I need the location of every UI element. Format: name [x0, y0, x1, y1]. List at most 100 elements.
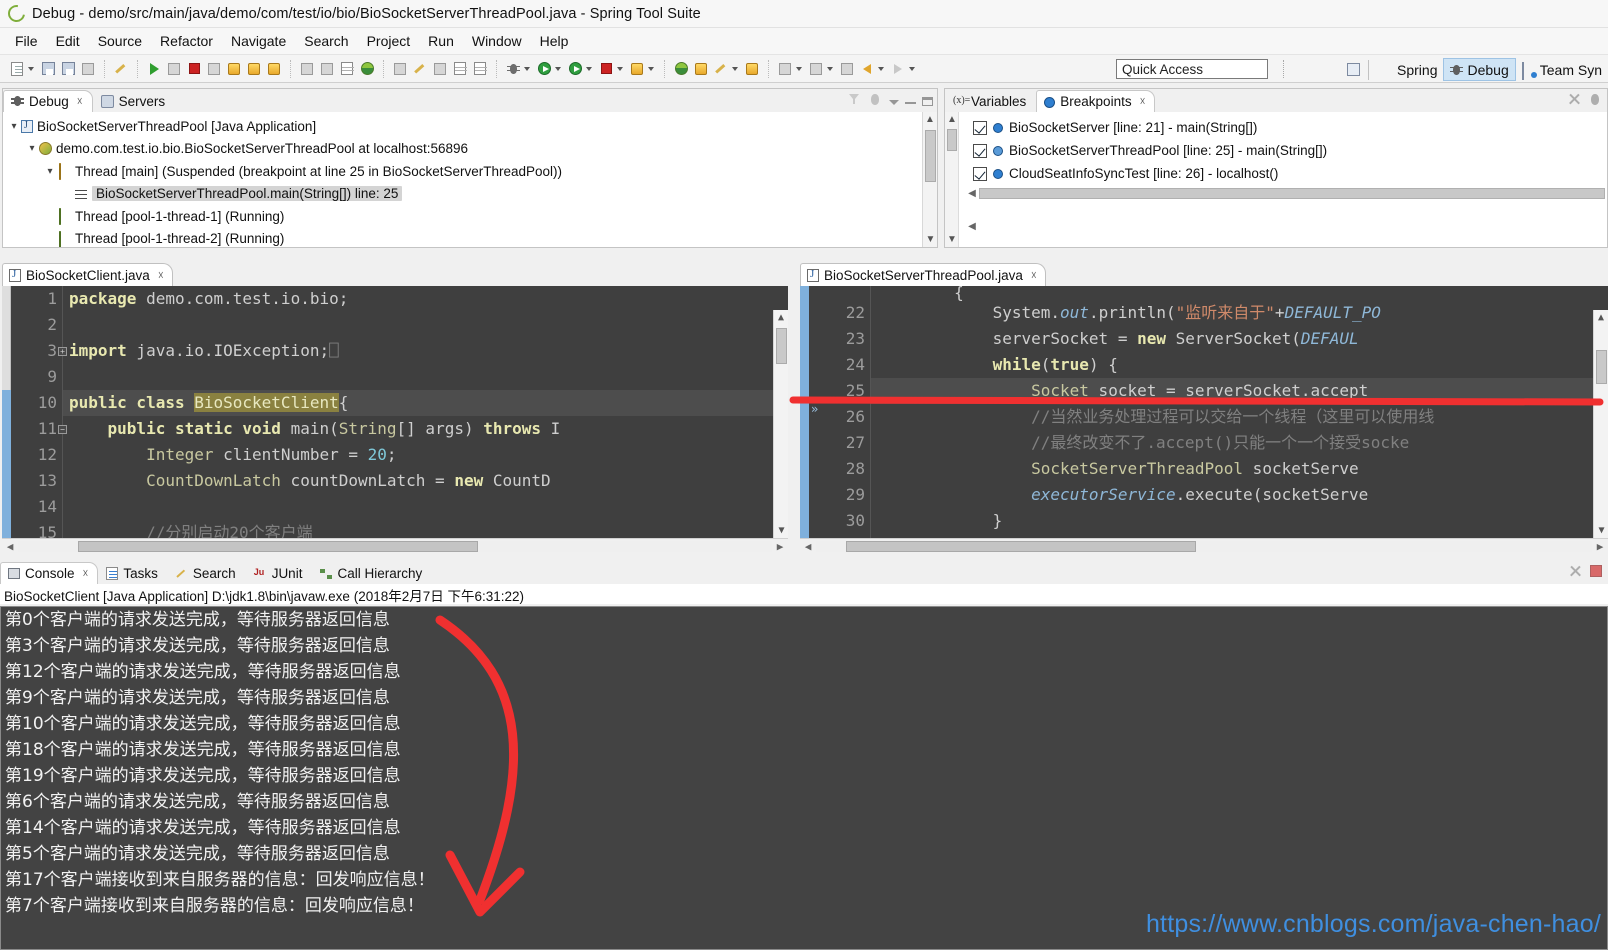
- perspective-spring[interactable]: Spring: [1373, 58, 1443, 81]
- tab-junit[interactable]: Ju JUnit: [246, 562, 313, 584]
- debug-view-maximize-icon[interactable]: [922, 96, 933, 106]
- debug-view-vscrollbar[interactable]: ▲ ▼: [922, 112, 937, 247]
- scroll-thumb[interactable]: [846, 541, 1196, 552]
- menu-window[interactable]: Window: [463, 31, 531, 51]
- quick-access-input[interactable]: Quick Access: [1116, 59, 1268, 79]
- scroll-thumb[interactable]: [925, 130, 936, 182]
- stop-server-button[interactable]: [596, 59, 616, 79]
- run-as-button[interactable]: [534, 59, 554, 79]
- scroll-down-icon[interactable]: ▼: [923, 232, 937, 247]
- tab-breakpoints-close-icon[interactable]: ☓: [1140, 95, 1146, 108]
- breakpoints-hscrollbar[interactable]: ◀: [965, 188, 1605, 199]
- twisty-icon[interactable]: ▾: [25, 143, 39, 154]
- new-java-project-button[interactable]: [671, 59, 691, 79]
- new-bean-button[interactable]: [410, 59, 430, 79]
- menu-run[interactable]: Run: [419, 31, 463, 51]
- breakpoints-hscrollbar-2[interactable]: ◀: [965, 221, 1605, 232]
- forward-button[interactable]: [888, 59, 908, 79]
- breakpoint-marker-icon[interactable]: »: [811, 396, 818, 422]
- scroll-up-icon[interactable]: ▲: [945, 112, 959, 127]
- editor-left-lines[interactable]: package demo.com.test.io.bio; import jav…: [63, 286, 788, 554]
- tab-debug[interactable]: Debug ☓: [3, 90, 93, 112]
- perspective-team-sync[interactable]: Team Syn: [1516, 58, 1608, 81]
- breakpoint-checkbox[interactable]: [973, 166, 987, 181]
- editor-tab-close-icon[interactable]: ☓: [158, 269, 164, 282]
- tree-item-stackframe[interactable]: BioSocketServerThreadPool.main(String[])…: [7, 183, 937, 206]
- print-button[interactable]: [78, 59, 98, 79]
- scroll-down-icon[interactable]: ▼: [945, 232, 959, 247]
- boot-dashboard-button[interactable]: [390, 59, 410, 79]
- open-perspective-button[interactable]: [1342, 60, 1364, 80]
- menu-help[interactable]: Help: [531, 31, 578, 51]
- console-output[interactable]: 第0个客户端的请求发送完成，等待服务器返回信息 第3个客户端的请求发送完成，等待…: [0, 606, 1608, 950]
- menu-file[interactable]: File: [6, 31, 47, 51]
- debug-view-debug-icon[interactable]: [868, 92, 883, 107]
- profile-button[interactable]: [627, 59, 647, 79]
- open-task-button[interactable]: [470, 59, 490, 79]
- scroll-left-icon[interactable]: ◀: [2, 540, 18, 553]
- tab-console-close-icon[interactable]: ☓: [83, 567, 89, 580]
- suspend-button[interactable]: [164, 59, 184, 79]
- menu-edit[interactable]: Edit: [47, 31, 89, 51]
- next-annotation-caret[interactable]: [796, 66, 802, 71]
- save-all-button[interactable]: [58, 59, 78, 79]
- resume-button[interactable]: [144, 59, 164, 79]
- disconnect-button[interactable]: [204, 59, 224, 79]
- editor-left-hscrollbar[interactable]: ◀ ▶: [2, 538, 788, 554]
- scroll-thumb[interactable]: [776, 328, 787, 364]
- editor-right-hscrollbar[interactable]: ◀ ▶: [800, 538, 1608, 554]
- debug-view-menu-icon[interactable]: [889, 99, 899, 105]
- menu-source[interactable]: Source: [89, 31, 151, 51]
- run-server-caret[interactable]: [586, 66, 592, 71]
- breakpoint-checkbox[interactable]: [973, 143, 987, 158]
- debug-as-button[interactable]: [503, 59, 523, 79]
- console-close-icon[interactable]: [1568, 564, 1583, 579]
- save-button[interactable]: [38, 59, 58, 79]
- search-toolbar-button[interactable]: [711, 59, 731, 79]
- stop-server-caret[interactable]: [617, 66, 623, 71]
- tab-servers[interactable]: Servers: [93, 90, 176, 112]
- open-browser-button[interactable]: [357, 59, 377, 79]
- scroll-thumb[interactable]: [1596, 350, 1607, 384]
- tab-breakpoints[interactable]: Breakpoints ☓: [1036, 90, 1156, 112]
- scroll-right-icon[interactable]: ▶: [772, 540, 788, 553]
- scroll-left-icon[interactable]: ◀: [800, 540, 816, 553]
- tab-call-hierarchy[interactable]: Call Hierarchy: [312, 562, 432, 584]
- menu-refactor[interactable]: Refactor: [151, 31, 222, 51]
- run-server-button[interactable]: [565, 59, 585, 79]
- scroll-down-icon[interactable]: ▼: [774, 523, 788, 538]
- previous-annotation-button[interactable]: [806, 59, 826, 79]
- breakpoints-vscrollbar[interactable]: ▲ ▼: [945, 112, 959, 247]
- scroll-thumb[interactable]: [78, 541, 478, 552]
- previous-annotation-caret[interactable]: [827, 66, 833, 71]
- editor-right-lines[interactable]: { System.out.println("监听来自于"+DEFAULT_PO …: [871, 286, 1608, 554]
- remove-breakpoint-icon[interactable]: [1567, 92, 1582, 107]
- back-button[interactable]: [857, 59, 877, 79]
- scroll-up-icon[interactable]: ▲: [774, 310, 788, 325]
- breakpoint-row[interactable]: BioSocketServer [line: 21] - main(String…: [973, 116, 1607, 139]
- tree-item-vm[interactable]: ▾ demo.com.test.io.bio.BioSocketServerTh…: [7, 138, 937, 161]
- drop-to-frame-button[interactable]: [297, 59, 317, 79]
- new-dropdown-caret[interactable]: [28, 66, 34, 71]
- twisty-icon[interactable]: ▾: [7, 121, 21, 132]
- scroll-thumb[interactable]: [947, 129, 957, 151]
- scroll-up-icon[interactable]: ▲: [1594, 310, 1608, 325]
- step-return-button[interactable]: [264, 59, 284, 79]
- editor-left-annotation-ruler[interactable]: [2, 286, 11, 554]
- profile-caret[interactable]: [648, 66, 654, 71]
- tab-tasks[interactable]: Tasks: [98, 562, 168, 584]
- editor-right-vscrollbar[interactable]: ▲ ▼: [1593, 310, 1608, 538]
- editor-tab-biosocketserverthreadpool[interactable]: BioSocketServerThreadPool.java ☓: [800, 263, 1046, 286]
- search-caret[interactable]: [732, 66, 738, 71]
- use-step-filters-button[interactable]: [317, 59, 337, 79]
- editor-tab-close-icon[interactable]: ☓: [1031, 269, 1037, 282]
- debug-view-minimize-icon[interactable]: [905, 101, 916, 104]
- editor-right-annotation-ruler[interactable]: [800, 286, 809, 554]
- breakpoint-row[interactable]: BioSocketServerThreadPool [line: 25] - m…: [973, 139, 1607, 162]
- skip-breakpoints-button[interactable]: [111, 59, 131, 79]
- step-over-button[interactable]: [244, 59, 264, 79]
- terminate-button[interactable]: [184, 59, 204, 79]
- tree-item-thread-pool2[interactable]: Thread [pool-1-thread-2] (Running): [7, 228, 937, 247]
- terminate-console-icon[interactable]: [1589, 564, 1604, 579]
- open-type-button[interactable]: [450, 59, 470, 79]
